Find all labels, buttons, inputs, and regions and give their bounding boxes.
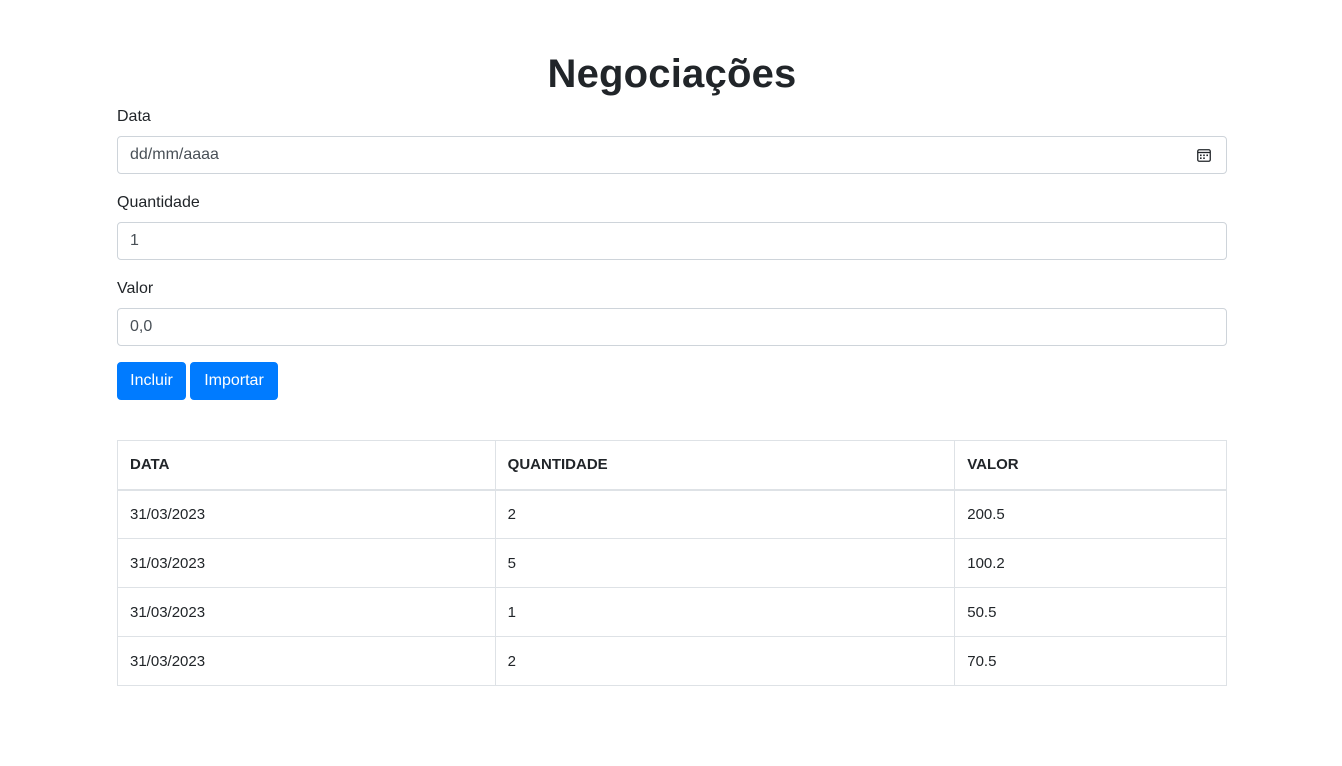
data-label: Data [117, 108, 151, 125]
quantidade-label: Quantidade [117, 194, 200, 211]
cell-valor: 50.5 [954, 587, 1227, 637]
cell-valor: 100.2 [954, 538, 1227, 588]
table-row: 31/03/2023 1 50.5 [117, 587, 1227, 637]
cell-valor: 70.5 [954, 636, 1227, 686]
cell-data: 31/03/2023 [117, 587, 496, 637]
table-row: 31/03/2023 2 200.5 [117, 489, 1227, 539]
table-row: 31/03/2023 2 70.5 [117, 636, 1227, 686]
table-header-row: DATA QUANTIDADE VALOR [117, 440, 1227, 491]
incluir-button[interactable]: Incluir [117, 362, 186, 400]
negociacoes-table: DATA QUANTIDADE VALOR 31/03/2023 2 200.5… [117, 440, 1227, 686]
cell-quantidade: 2 [494, 489, 956, 539]
valor-value: 0,0 [130, 318, 153, 335]
quantidade-value: 1 [130, 232, 139, 249]
column-header-quantidade: QUANTIDADE [494, 440, 956, 491]
quantidade-input[interactable]: 1 [117, 222, 1227, 260]
data-date-placeholder: dd/mm/aaaa [130, 146, 219, 163]
calendar-icon[interactable] [1196, 147, 1212, 163]
valor-label: Valor [117, 280, 154, 297]
valor-input[interactable]: 0,0 [117, 308, 1227, 346]
column-header-valor: VALOR [954, 440, 1227, 491]
cell-quantidade: 2 [494, 636, 956, 686]
cell-valor: 200.5 [954, 489, 1227, 539]
table-row: 31/03/2023 5 100.2 [117, 538, 1227, 588]
page-title: Negociações [547, 52, 797, 96]
column-header-data: DATA [117, 440, 496, 491]
importar-button[interactable]: Importar [190, 362, 278, 400]
cell-data: 31/03/2023 [117, 489, 496, 539]
cell-quantidade: 5 [494, 538, 956, 588]
cell-quantidade: 1 [494, 587, 956, 637]
data-date-input[interactable]: dd/mm/aaaa [117, 136, 1227, 174]
cell-data: 31/03/2023 [117, 538, 496, 588]
cell-data: 31/03/2023 [117, 636, 496, 686]
